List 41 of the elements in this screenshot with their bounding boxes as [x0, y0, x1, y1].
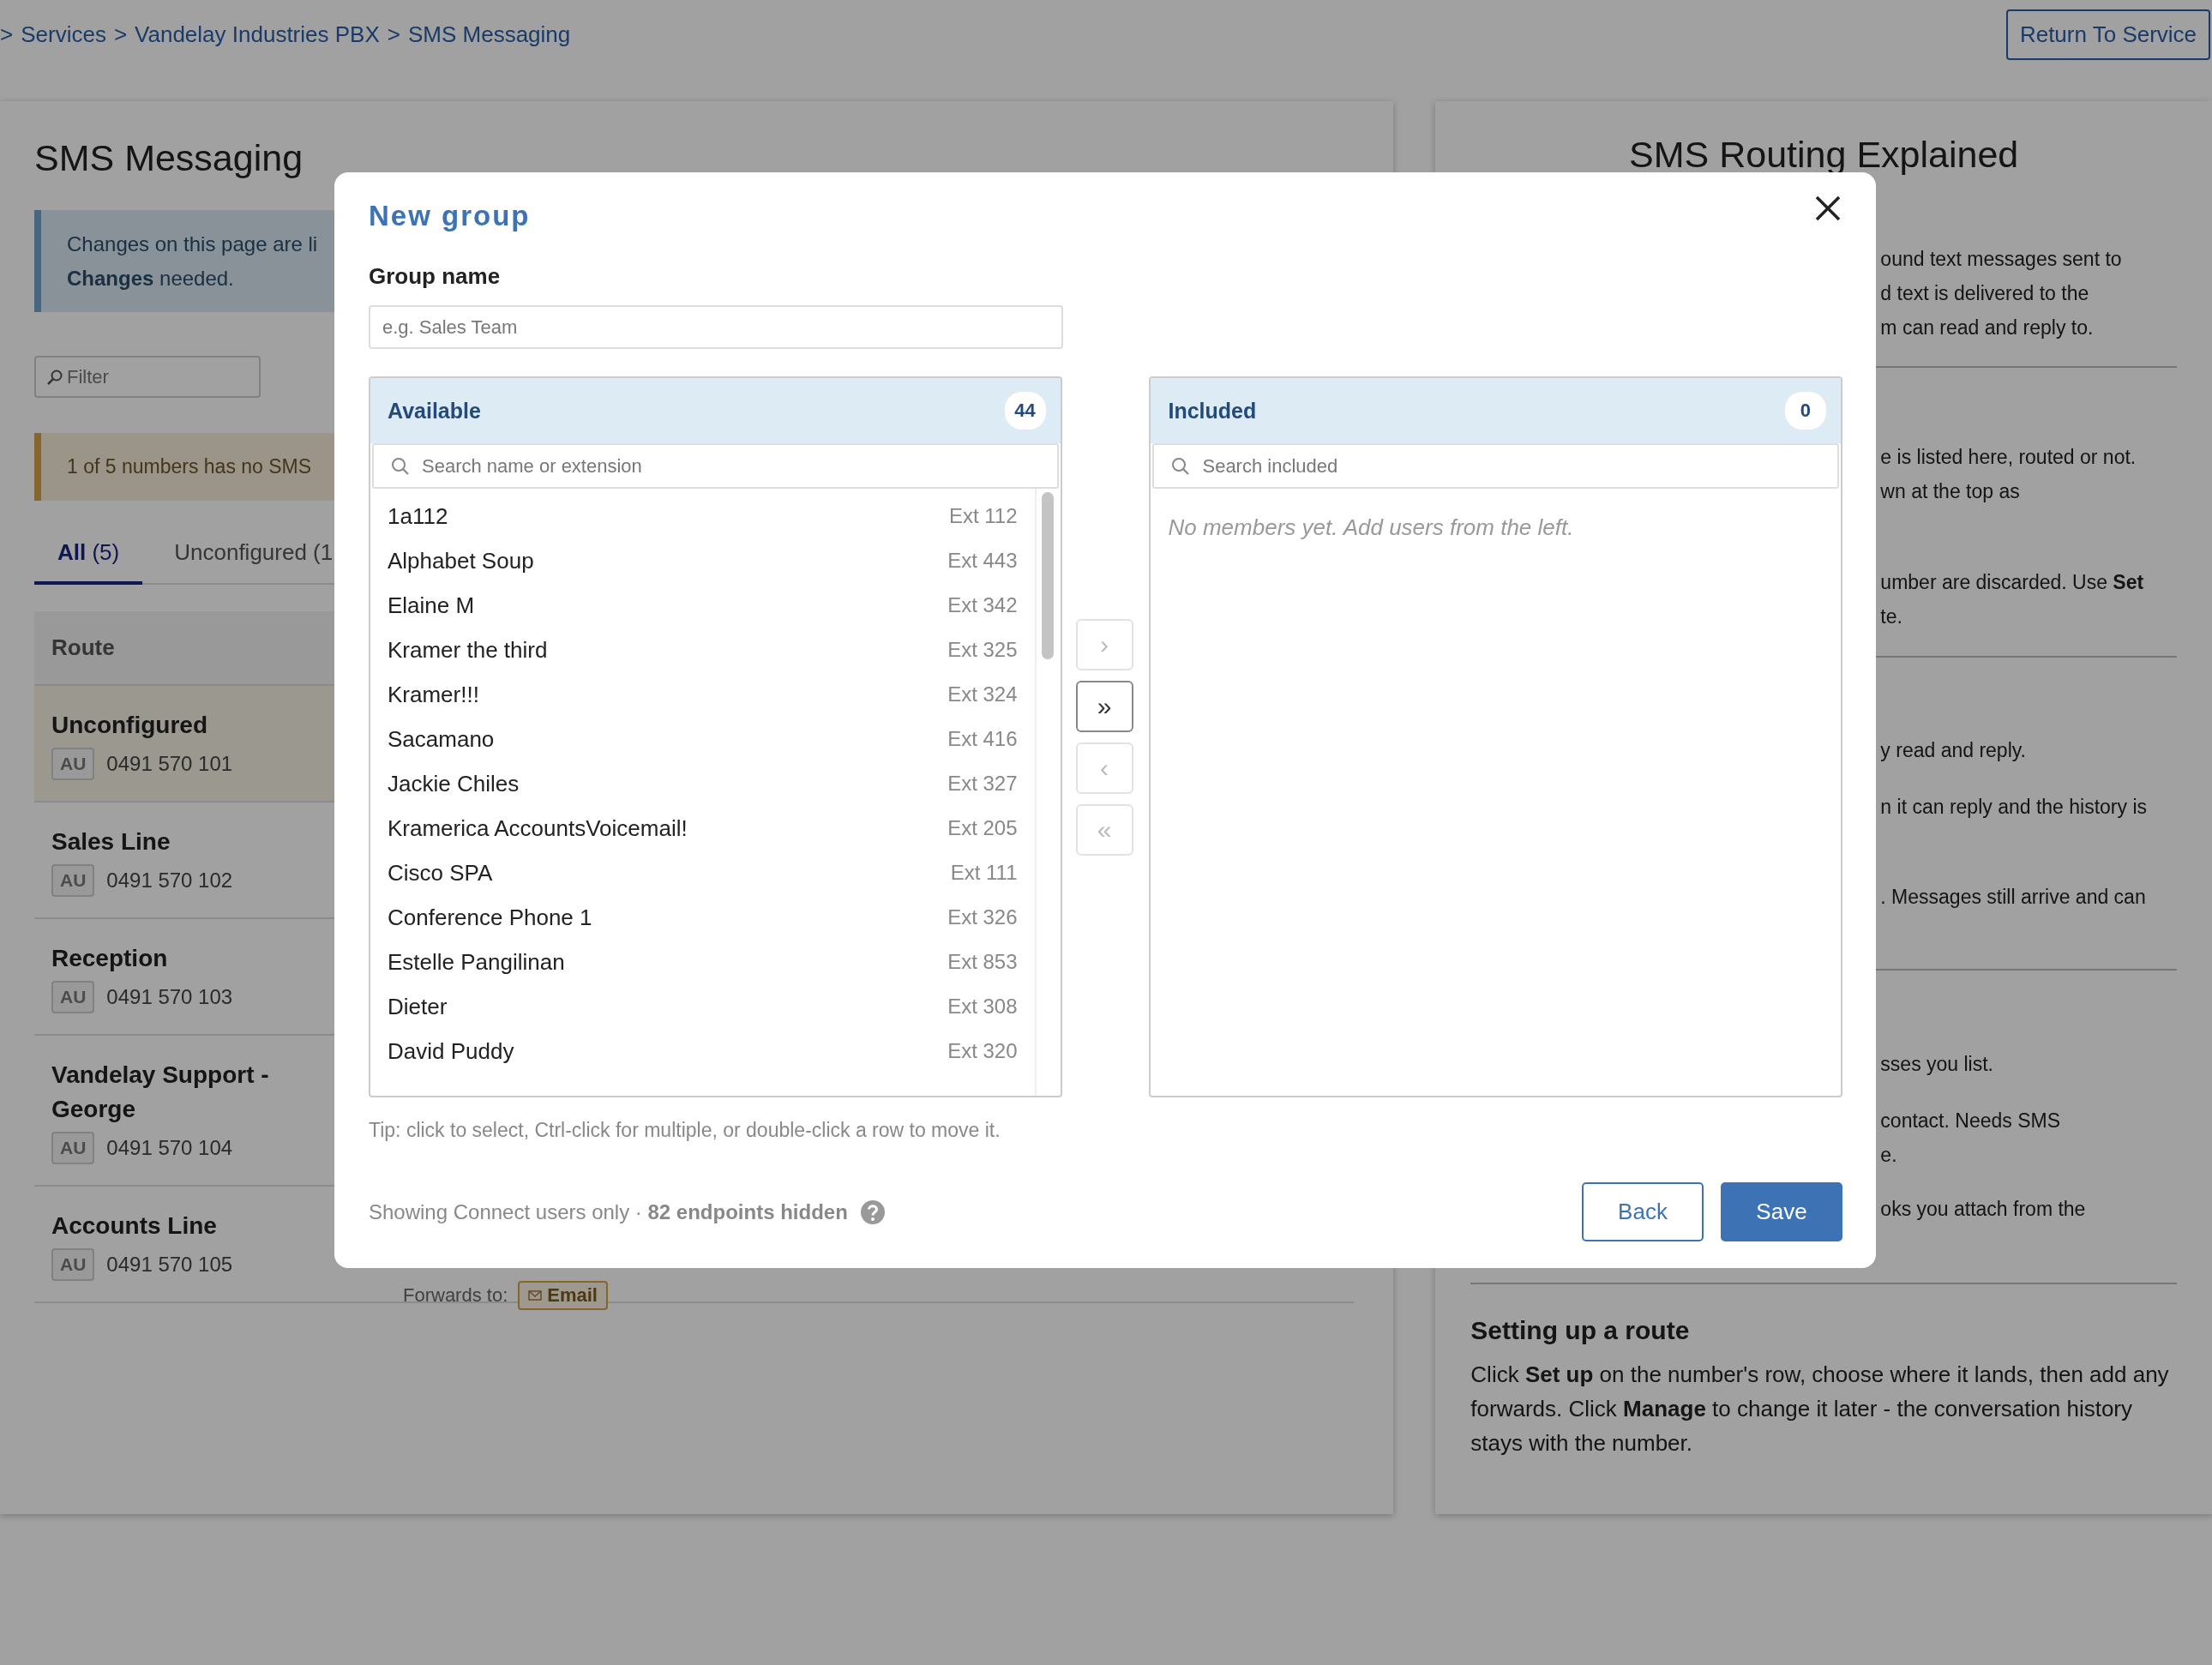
- forwards-label: Forwards to:: [403, 1284, 508, 1307]
- route-name: Vandelay Support - George: [51, 1061, 270, 1124]
- country-badge: AU: [51, 981, 95, 1013]
- list-title: Included: [1168, 398, 1257, 424]
- help-text: oks you attach from the: [1880, 1197, 2087, 1222]
- phone-number: 0491 570 101: [106, 752, 233, 776]
- breadcrumb-separator: >: [387, 21, 400, 48]
- help-text: y read and reply.: [1880, 738, 2027, 763]
- email-tag: Email: [518, 1281, 608, 1310]
- help-text: . Messages still arrive and can: [1880, 885, 2147, 910]
- section-heading: Setting up a route: [1470, 1315, 1691, 1346]
- country-badge: AU: [51, 1132, 95, 1164]
- country-badge: AU: [51, 864, 95, 897]
- breadcrumb-separator: >: [113, 21, 128, 48]
- country-badge: AU: [51, 1248, 95, 1281]
- route-name: Reception: [51, 944, 169, 973]
- route-name: Sales Line: [51, 827, 171, 857]
- footer-note: Showing Connect users only · 82 endpoints hidden: [369, 1199, 848, 1224]
- panel-title: SMS Routing Explained: [1628, 133, 2020, 177]
- country-badge: AU: [51, 748, 95, 780]
- tip-text: Tip: click to select, Ctrl-click for multiple, or double-click a row to move it.: [369, 1118, 1001, 1143]
- phone-number: 0491 570 105: [106, 1253, 233, 1277]
- help-text: umber are discarded. Use Set te.: [1880, 570, 2145, 629]
- phone-number: 0491 570 102: [106, 869, 233, 893]
- help-text: e is listed here, routed or not. wn at the top as: [1880, 445, 2137, 504]
- help-text: ound text messages sent to d text is delivered to the m can read and reply to.: [1880, 247, 2123, 340]
- count-badge: 44: [1004, 392, 1046, 430]
- help-text: sses you list.: [1880, 1052, 1994, 1077]
- phone-number: 0491 570 104: [106, 1136, 233, 1160]
- count-badge: 0: [1785, 392, 1826, 430]
- help-text: contact. Needs SMS e.: [1880, 1109, 2061, 1168]
- empty-message: No members yet. Add users from the left.: [1167, 514, 1575, 542]
- route-name: Accounts Line: [51, 1211, 218, 1241]
- field-label: Group name: [369, 262, 502, 290]
- list-title: Available: [388, 398, 481, 424]
- breadcrumb-separator: >: [0, 21, 14, 48]
- phone-number: 0491 570 103: [106, 985, 233, 1009]
- help-text: n it can reply and the history is: [1880, 795, 2148, 820]
- route-name: Unconfigured: [51, 711, 208, 740]
- page-title: SMS Messaging: [34, 136, 304, 180]
- help-paragraph: Click Set up on the number's row, choose where it lands, then add any forwards. Click Manage to change it later - the conversation history stays with the number.: [1470, 1361, 2170, 1458]
